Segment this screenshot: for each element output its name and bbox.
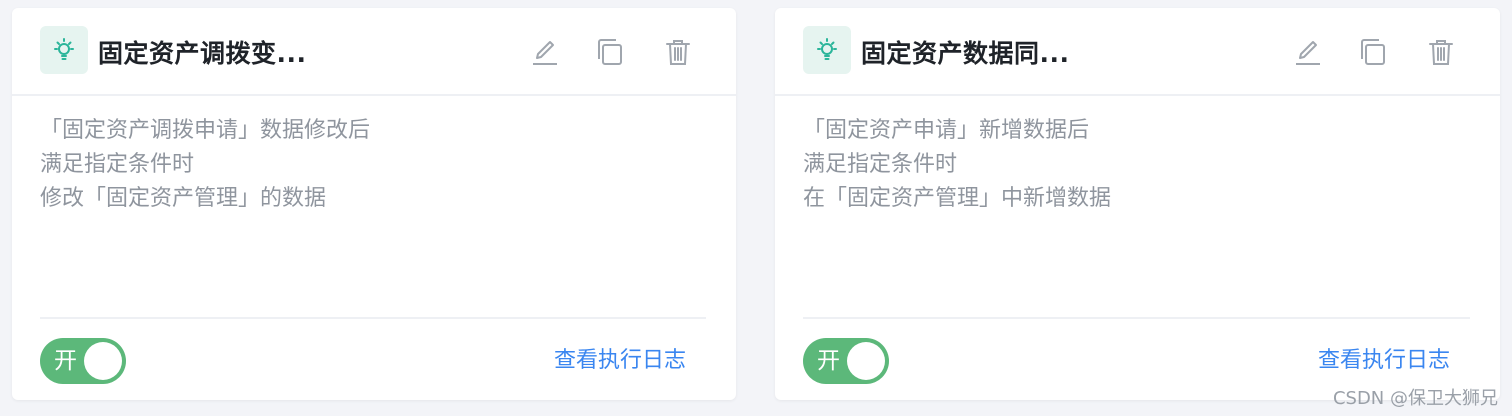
divider bbox=[803, 317, 1470, 319]
edit-button[interactable] bbox=[527, 34, 563, 70]
pencil-icon bbox=[533, 41, 557, 65]
rule-card: 固定资产调拨变... 「固定资产调拨申请」数据修改后 满足指定条件时 修改「固定… bbox=[12, 8, 736, 400]
card-title: 固定资产调拨变... bbox=[98, 39, 307, 68]
lightbulb-icon bbox=[40, 26, 88, 74]
trash-icon bbox=[666, 40, 690, 65]
card-title: 固定资产数据同... bbox=[861, 39, 1070, 68]
description-line: 满足指定条件时 bbox=[40, 152, 195, 177]
view-log-link[interactable]: 查看执行日志 bbox=[554, 344, 686, 378]
description-line: 在「固定资产管理」中新增数据 bbox=[803, 186, 1112, 211]
enable-toggle[interactable]: 开 bbox=[40, 338, 126, 384]
view-log-link[interactable]: 查看执行日志 bbox=[1318, 344, 1450, 378]
toggle-knob bbox=[84, 342, 122, 380]
card-description: 「固定资产调拨申请」数据修改后 满足指定条件时 修改「固定资产管理」的数据 bbox=[40, 114, 708, 216]
lightbulb-icon bbox=[803, 26, 851, 74]
description-line: 修改「固定资产管理」的数据 bbox=[40, 186, 327, 211]
toggle-label: 开 bbox=[54, 348, 77, 374]
watermark: CSDN @保卫大狮兄 bbox=[1332, 388, 1498, 409]
copy-icon bbox=[598, 39, 622, 65]
copy-button[interactable] bbox=[592, 34, 628, 70]
trash-icon bbox=[1429, 40, 1453, 65]
rule-card: 固定资产数据同... 「固定资产申请」新增数据后 满足指定条件时 在「固定资产管… bbox=[775, 8, 1500, 400]
card-header: 固定资产调拨变... bbox=[12, 8, 736, 96]
toggle-label: 开 bbox=[817, 348, 840, 374]
delete-button[interactable] bbox=[660, 34, 696, 70]
description-line: 「固定资产申请」新增数据后 bbox=[803, 118, 1090, 143]
description-line: 「固定资产调拨申请」数据修改后 bbox=[40, 118, 371, 143]
toggle-knob bbox=[847, 342, 885, 380]
card-description: 「固定资产申请」新增数据后 满足指定条件时 在「固定资产管理」中新增数据 bbox=[803, 114, 1472, 216]
edit-button[interactable] bbox=[1290, 34, 1326, 70]
divider bbox=[40, 317, 706, 319]
enable-toggle[interactable]: 开 bbox=[803, 338, 889, 384]
copy-button[interactable] bbox=[1355, 34, 1391, 70]
delete-button[interactable] bbox=[1423, 34, 1459, 70]
pencil-icon bbox=[1296, 41, 1320, 65]
description-line: 满足指定条件时 bbox=[803, 152, 958, 177]
copy-icon bbox=[1361, 39, 1385, 65]
card-header: 固定资产数据同... bbox=[775, 8, 1500, 96]
